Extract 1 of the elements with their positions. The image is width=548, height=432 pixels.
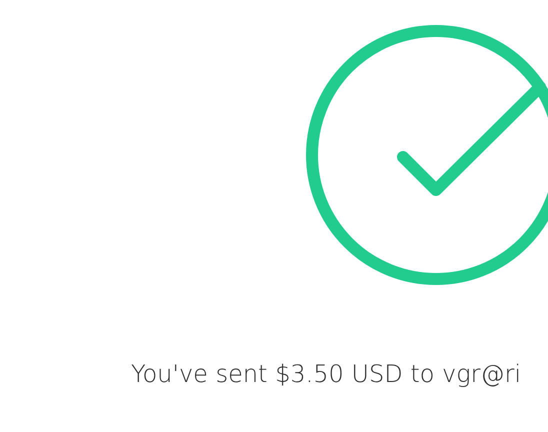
confirmation-message: You've sent $3.50 USD to vgr@ri (131, 360, 522, 389)
